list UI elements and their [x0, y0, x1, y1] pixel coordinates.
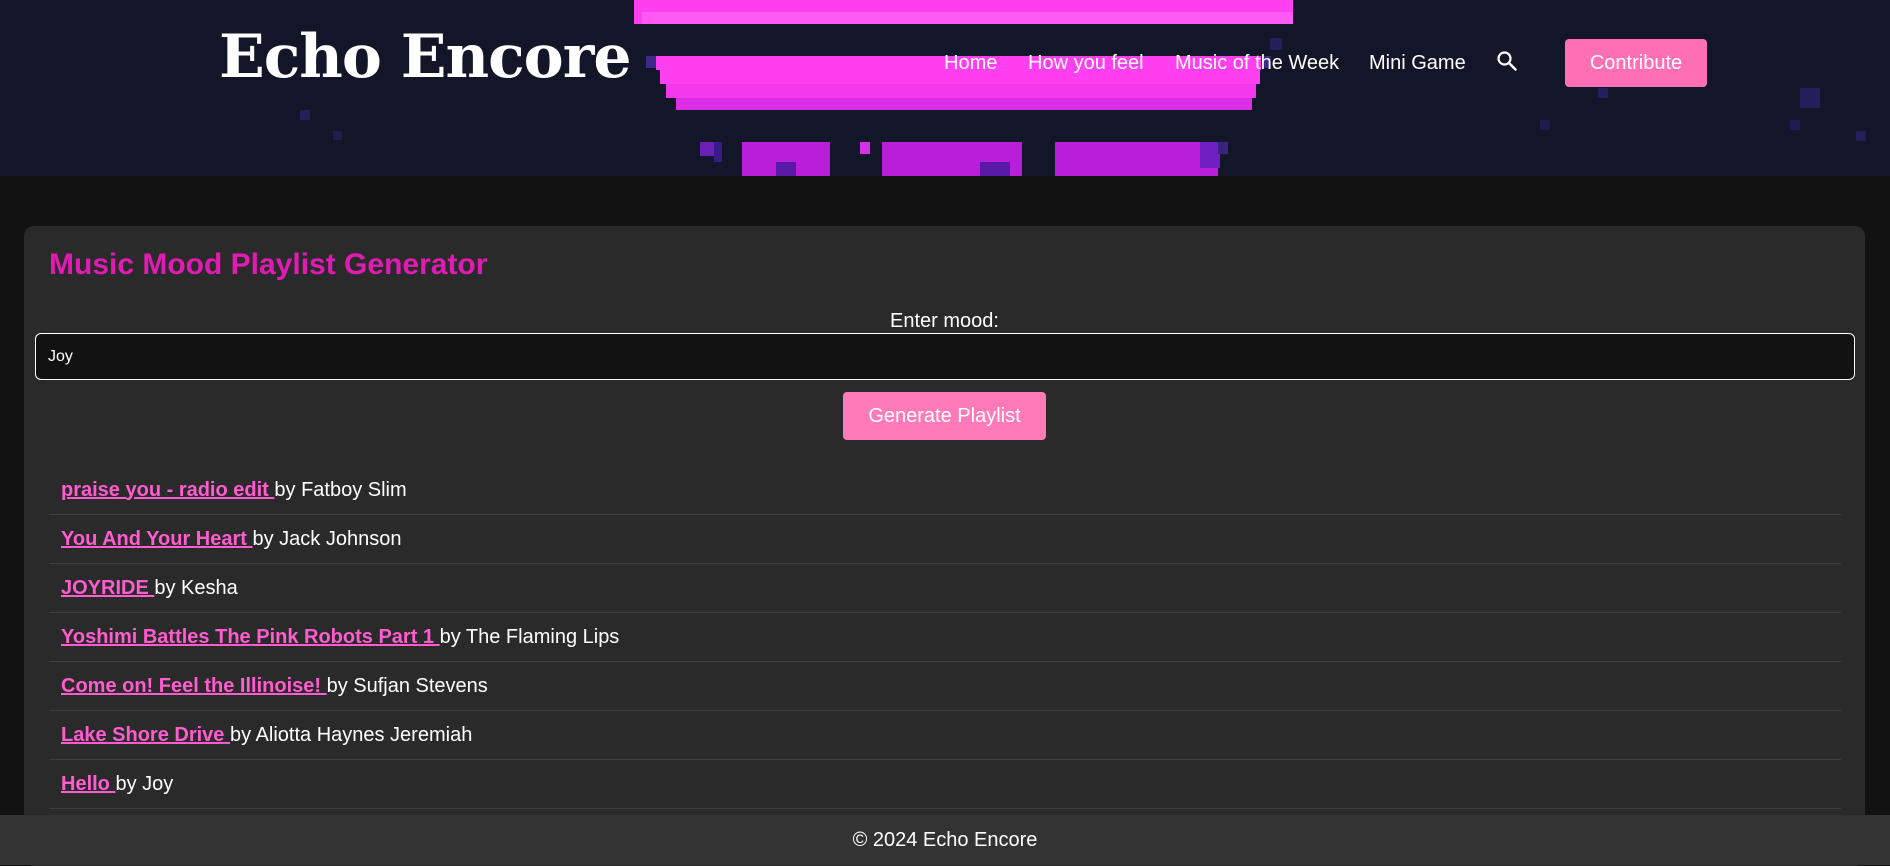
- artist-label: by Aliotta Haynes Jeremiah: [229, 723, 473, 746]
- song-link[interactable]: Come on! Feel the Illinoise!: [61, 675, 327, 698]
- site-logo[interactable]: Echo Encore: [219, 24, 631, 90]
- search-icon[interactable]: [1496, 50, 1518, 72]
- artist-label: by Sufjan Stevens: [326, 674, 488, 697]
- artist-label: by Joy: [115, 772, 174, 795]
- list-item: Hello by Joy: [49, 760, 1841, 809]
- nav-mini-game[interactable]: Mini Game: [1369, 52, 1466, 75]
- artist-label: by Fatboy Slim: [274, 478, 407, 501]
- song-link[interactable]: Yoshimi Battles The Pink Robots Part 1: [61, 626, 440, 649]
- song-link[interactable]: JOYRIDE: [61, 577, 154, 600]
- site-header: Echo Encore Home How you feel Music of t…: [0, 0, 1890, 176]
- nav-music-of-the-week[interactable]: Music of the Week: [1175, 52, 1339, 75]
- generate-playlist-button[interactable]: Generate Playlist: [843, 392, 1046, 440]
- song-link[interactable]: Hello: [61, 773, 115, 796]
- nav-home[interactable]: Home: [944, 52, 997, 75]
- list-item: Come on! Feel the Illinoise! by Sufjan S…: [49, 662, 1841, 711]
- artist-label: by The Flaming Lips: [439, 625, 620, 648]
- playlist: praise you - radio edit by Fatboy Slim Y…: [49, 466, 1865, 809]
- copyright-text: © 2024 Echo Encore: [852, 828, 1038, 851]
- mood-input[interactable]: [35, 333, 1855, 380]
- mood-label: Enter mood:: [890, 310, 999, 332]
- list-item: Lake Shore Drive by Aliotta Haynes Jerem…: [49, 711, 1841, 760]
- song-link[interactable]: praise you - radio edit: [61, 479, 274, 502]
- song-link[interactable]: Lake Shore Drive: [61, 724, 230, 747]
- list-item: praise you - radio edit by Fatboy Slim: [49, 466, 1841, 515]
- artist-label: by Jack Johnson: [252, 527, 402, 550]
- contribute-button[interactable]: Contribute: [1565, 39, 1707, 87]
- list-item: Yoshimi Battles The Pink Robots Part 1 b…: [49, 613, 1841, 662]
- site-footer: © 2024 Echo Encore: [0, 815, 1890, 865]
- playlist-generator-card: Music Mood Playlist Generator Enter mood…: [24, 226, 1865, 866]
- artist-label: by Kesha: [154, 576, 238, 599]
- nav-how-you-feel[interactable]: How you feel: [1028, 52, 1144, 75]
- page-title: Music Mood Playlist Generator: [49, 248, 488, 281]
- list-item: You And Your Heart by Jack Johnson: [49, 515, 1841, 564]
- list-item: JOYRIDE by Kesha: [49, 564, 1841, 613]
- song-link[interactable]: You And Your Heart: [61, 528, 253, 551]
